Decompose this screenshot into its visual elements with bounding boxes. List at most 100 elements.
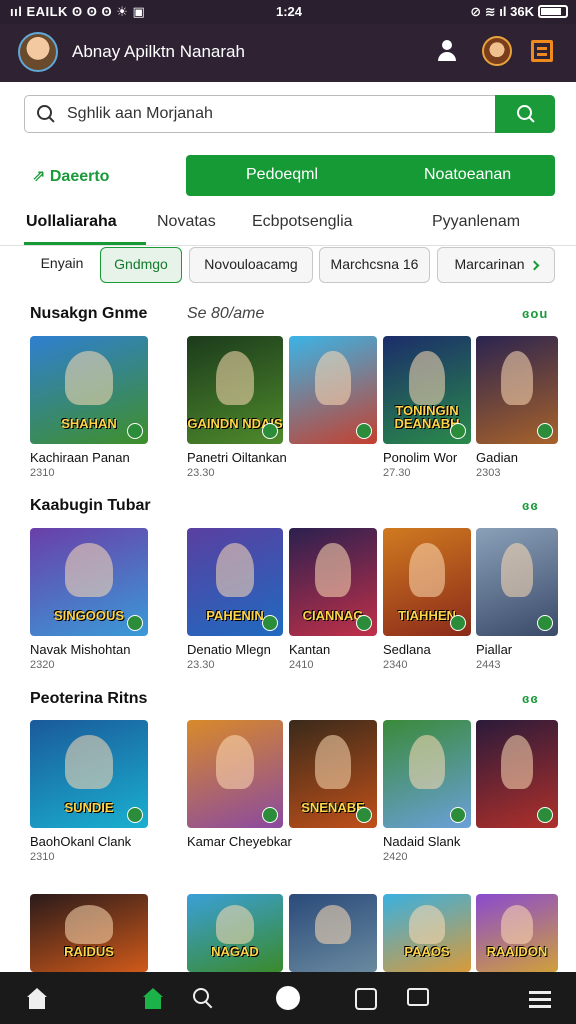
badge-icon [127,807,143,823]
game-thumbnail[interactable]: TIAHHEN [383,528,471,636]
discover-label: Daeerto [49,168,110,185]
search-icon[interactable] [193,988,215,1010]
game-card[interactable]: PAHENIN Denatio Mlegn 23.30 [187,528,283,671]
segment-right[interactable]: Noatoeanan [424,166,511,184]
home-icon[interactable] [26,988,48,1010]
search-input[interactable] [67,102,487,126]
bottom-nav [0,972,576,1024]
section-2-more[interactable]: ɞɞ [522,498,539,513]
game-card[interactable]: SHAHAN Kachiraan Panan 2310 [30,336,148,479]
game-thumbnail[interactable]: SINGOOUS [30,528,148,636]
game-card[interactable]: SUNDIE BaohOkanl Clank 2310 [30,720,148,863]
badge-icon [356,615,372,631]
circle-icon[interactable] [276,986,300,1010]
status-time: 1:24 [276,4,303,19]
game-thumbnail[interactable] [476,528,558,636]
game-thumbnail[interactable]: NAGAD [187,894,283,972]
game-card[interactable]: Gadian 2303 [476,336,558,479]
chat-icon[interactable] [407,988,429,1006]
game-thumbnail[interactable]: PAAOS [383,894,471,972]
user-icon[interactable] [436,38,458,62]
game-card[interactable] [476,720,558,834]
game-card[interactable]: TIAHHEN Sedlana 2340 [383,528,471,671]
game-name: Kamar Cheyebkar [187,834,292,849]
menu-icon[interactable] [529,988,551,1010]
character-art [65,543,113,598]
game-thumbnail[interactable] [383,720,471,828]
game-size: 23.30 [187,467,215,479]
discover-link[interactable]: ⇗ Daeerto [32,166,109,186]
chip-1[interactable]: Enyain [30,247,94,283]
game-card[interactable]: PAAOS [383,894,471,972]
game-thumbnail[interactable]: SHAHAN [30,336,148,444]
game-card[interactable]: RAIDUS [30,894,148,972]
game-card[interactable]: Nadaid Slank 2420 [383,720,471,863]
game-thumbnail[interactable]: RAIDUS [30,894,148,972]
character-art [500,904,534,944]
game-card[interactable]: TONINGIN DEANABH Ponolim Wor 27.30 [383,336,471,479]
character-art [500,351,534,406]
status-left: ııl EAILK ʘ ʘ ʘ ☀ ▣ [10,4,146,19]
game-card[interactable]: SNENABE [289,720,377,834]
badge-icon [127,615,143,631]
game-thumbnail[interactable] [289,336,377,444]
game-thumbnail[interactable]: SNENABE [289,720,377,828]
game-thumbnail[interactable]: TONINGIN DEANABH [383,336,471,444]
chip-5[interactable]: Marcarinan [437,247,555,283]
game-card[interactable]: GAINDN NDAIS Panetri Oiltankan 23.30 [187,336,287,479]
game-card[interactable]: NAGAD [187,894,283,972]
game-card[interactable]: Piallar 2443 [476,528,558,671]
section-3-title: Peoterina Ritns [30,690,148,707]
game-name: Panetri Oiltankan [187,450,287,465]
game-card[interactable] [289,336,377,450]
section-1-more[interactable]: ɞou [522,306,548,321]
game-thumbnail[interactable]: GAINDN NDAIS [187,336,283,444]
section-3-more[interactable]: ɞɞ [522,691,539,706]
home-active-icon[interactable] [142,988,164,1010]
battery-icon [538,5,568,18]
tab-3[interactable]: Ecbpotsenglia [252,213,353,231]
tab-1[interactable]: Uollaliaraha [26,213,117,231]
game-thumbnail[interactable] [476,720,558,828]
discover-arrow-icon: ⇗ [32,168,46,185]
badge-icon [450,807,466,823]
menu-icon[interactable] [531,40,553,62]
character-art [215,351,255,406]
character-art [315,543,351,598]
game-name: Ponolim Wor [383,450,458,465]
game-name: BaohOkanl Clank [30,834,132,849]
game-name: Gadian [476,450,518,465]
game-thumbnail[interactable] [187,720,283,828]
game-name: Kachiraan Panan [30,450,130,465]
tab-2[interactable]: Novatas [157,213,216,231]
game-thumbnail[interactable] [476,336,558,444]
game-thumbnail[interactable]: SUNDIE [30,720,148,828]
search-icon [37,105,55,123]
game-card[interactable]: RAAIDON [476,894,558,972]
character-art [215,904,255,944]
chip-3[interactable]: Novouloacamg [189,247,313,283]
game-thumbnail[interactable]: RAAIDON [476,894,558,972]
game-thumbnail[interactable]: PAHENIN [187,528,283,636]
chip-2[interactable]: Gndmgo [100,247,182,283]
game-name: Denatio Mlegn [187,642,271,657]
search-button[interactable] [495,94,555,133]
app-avatar[interactable] [18,32,58,72]
profile-avatar[interactable] [482,36,512,66]
character-art [409,904,445,944]
tab-4[interactable]: Pyyanlenam [432,213,520,231]
game-size: 2310 [30,851,55,863]
game-size: 2310 [30,467,55,479]
game-card[interactable]: SINGOOUS Navak Mishohtan 2320 [30,528,148,671]
game-box-icon[interactable] [355,988,377,1010]
game-card[interactable]: CIANNAG Kantan 2410 [289,528,377,671]
game-size: 2320 [30,659,55,671]
section-2-title: Kaabugin Tubar [30,497,151,514]
game-card[interactable] [289,894,377,972]
segment-left[interactable]: Pedoeqml [246,166,318,184]
game-thumbnail[interactable]: CIANNAG [289,528,377,636]
character-art [315,735,351,790]
chip-4[interactable]: Marchcsna 16 [319,247,430,283]
game-thumbnail[interactable] [289,894,377,972]
game-card[interactable]: Kamar Cheyebkar [187,720,292,851]
